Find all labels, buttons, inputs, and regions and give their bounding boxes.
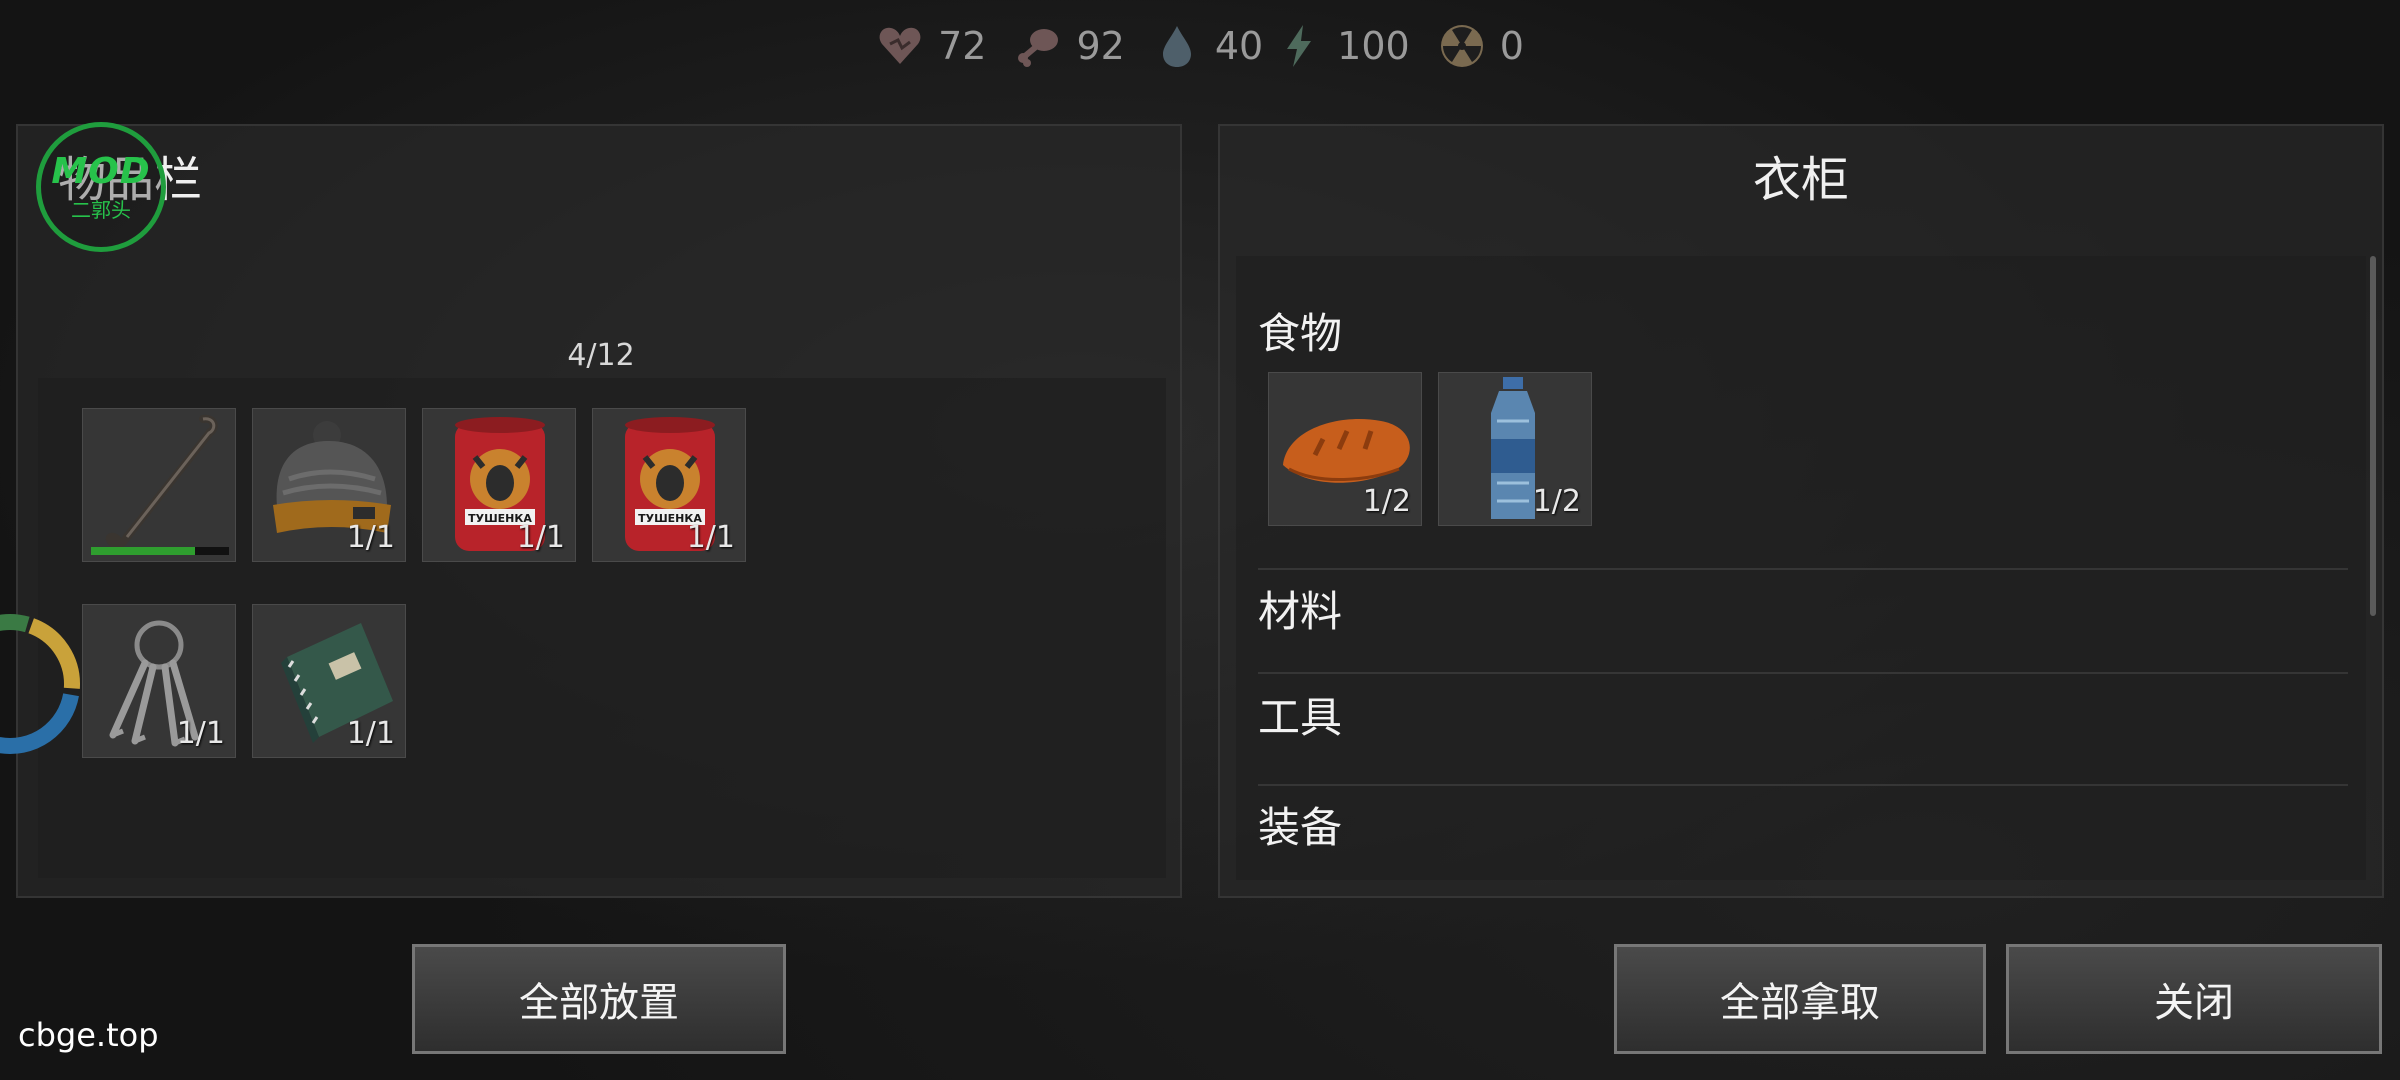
item-count: 1/2 — [1362, 484, 1411, 519]
item-count: 1/1 — [176, 716, 225, 751]
item-count: 1/1 — [516, 520, 565, 555]
take-all-button[interactable]: 全部拿取 — [1614, 944, 1986, 1054]
mod-logo: MOD 二郭头 — [36, 122, 166, 252]
wardrobe-slot-water-bottle[interactable]: 1/2 — [1438, 372, 1592, 526]
inventory-slot-crowbar[interactable] — [82, 408, 236, 562]
health-stat: 72 — [876, 22, 986, 70]
category-materials[interactable]: 材料 — [1258, 578, 1342, 639]
loading-ring-icon — [0, 614, 80, 754]
meat-icon — [1014, 22, 1062, 70]
logo-sub-text: 二郭头 — [71, 198, 131, 222]
close-button[interactable]: 关闭 — [2006, 944, 2382, 1054]
divider — [1258, 568, 2348, 570]
crowbar-icon — [105, 414, 218, 549]
food-stat: 92 — [1014, 22, 1125, 70]
energy-value: 100 — [1337, 24, 1410, 68]
wardrobe-panel: 衣柜 食物 1/2 1/2 材料 工具 装备 — [1218, 124, 2384, 898]
divider — [1258, 784, 2348, 786]
wardrobe-title: 衣柜 — [1752, 152, 1849, 208]
divider — [1258, 672, 2348, 674]
lightning-icon — [1275, 22, 1323, 70]
radiation-value: 0 — [1499, 24, 1524, 68]
radiation-icon — [1438, 22, 1486, 70]
heart-icon — [876, 22, 924, 70]
category-food[interactable]: 食物 — [1258, 300, 1342, 361]
food-value: 92 — [1076, 24, 1125, 68]
wardrobe-slot-bread[interactable]: 1/2 — [1268, 372, 1422, 526]
watermark: cbge.top — [18, 1016, 159, 1054]
water-stat: 40 100 — [1153, 22, 1410, 70]
inventory-grid: 1/1 TУШЕНКА 1/1 TУШЕНКА 1/1 1/1 1/1 — [38, 378, 1166, 878]
category-equipment[interactable]: 装备 — [1258, 794, 1342, 855]
item-count: 1/2 — [1532, 484, 1581, 519]
status-bar: 72 92 40 100 0 — [0, 22, 2400, 70]
wardrobe-scrollbar[interactable] — [2370, 256, 2376, 616]
radiation-stat: 0 — [1438, 22, 1524, 70]
inventory-slot-canned-meat[interactable]: TУШЕНКА 1/1 — [422, 408, 576, 562]
inventory-slot-canned-meat[interactable]: TУШЕНКА 1/1 — [592, 408, 746, 562]
item-count: 1/1 — [346, 716, 395, 751]
category-tools[interactable]: 工具 — [1258, 684, 1342, 745]
place-all-button[interactable]: 全部放置 — [412, 944, 786, 1054]
water-value: 40 — [1214, 24, 1264, 68]
inventory-capacity: 4/12 — [567, 338, 635, 373]
inventory-panel: 物品栏 4/12 1/1 TУШЕНКА 1/1 TУШЕНКА 1/1 1/1… — [16, 124, 1182, 898]
health-value: 72 — [938, 24, 987, 68]
inventory-slot-beanie[interactable]: 1/1 — [252, 408, 406, 562]
item-count: 1/1 — [686, 520, 735, 555]
inventory-slot-notebook[interactable]: 1/1 — [252, 604, 406, 758]
water-drop-icon — [1153, 22, 1201, 70]
inventory-slot-keys[interactable]: 1/1 — [82, 604, 236, 758]
wardrobe-list: 食物 1/2 1/2 材料 工具 装备 — [1236, 256, 2366, 880]
durability-bar — [91, 547, 229, 555]
durability-fill — [91, 547, 195, 555]
item-count: 1/1 — [346, 520, 395, 555]
logo-main-text: MOD — [51, 151, 151, 192]
